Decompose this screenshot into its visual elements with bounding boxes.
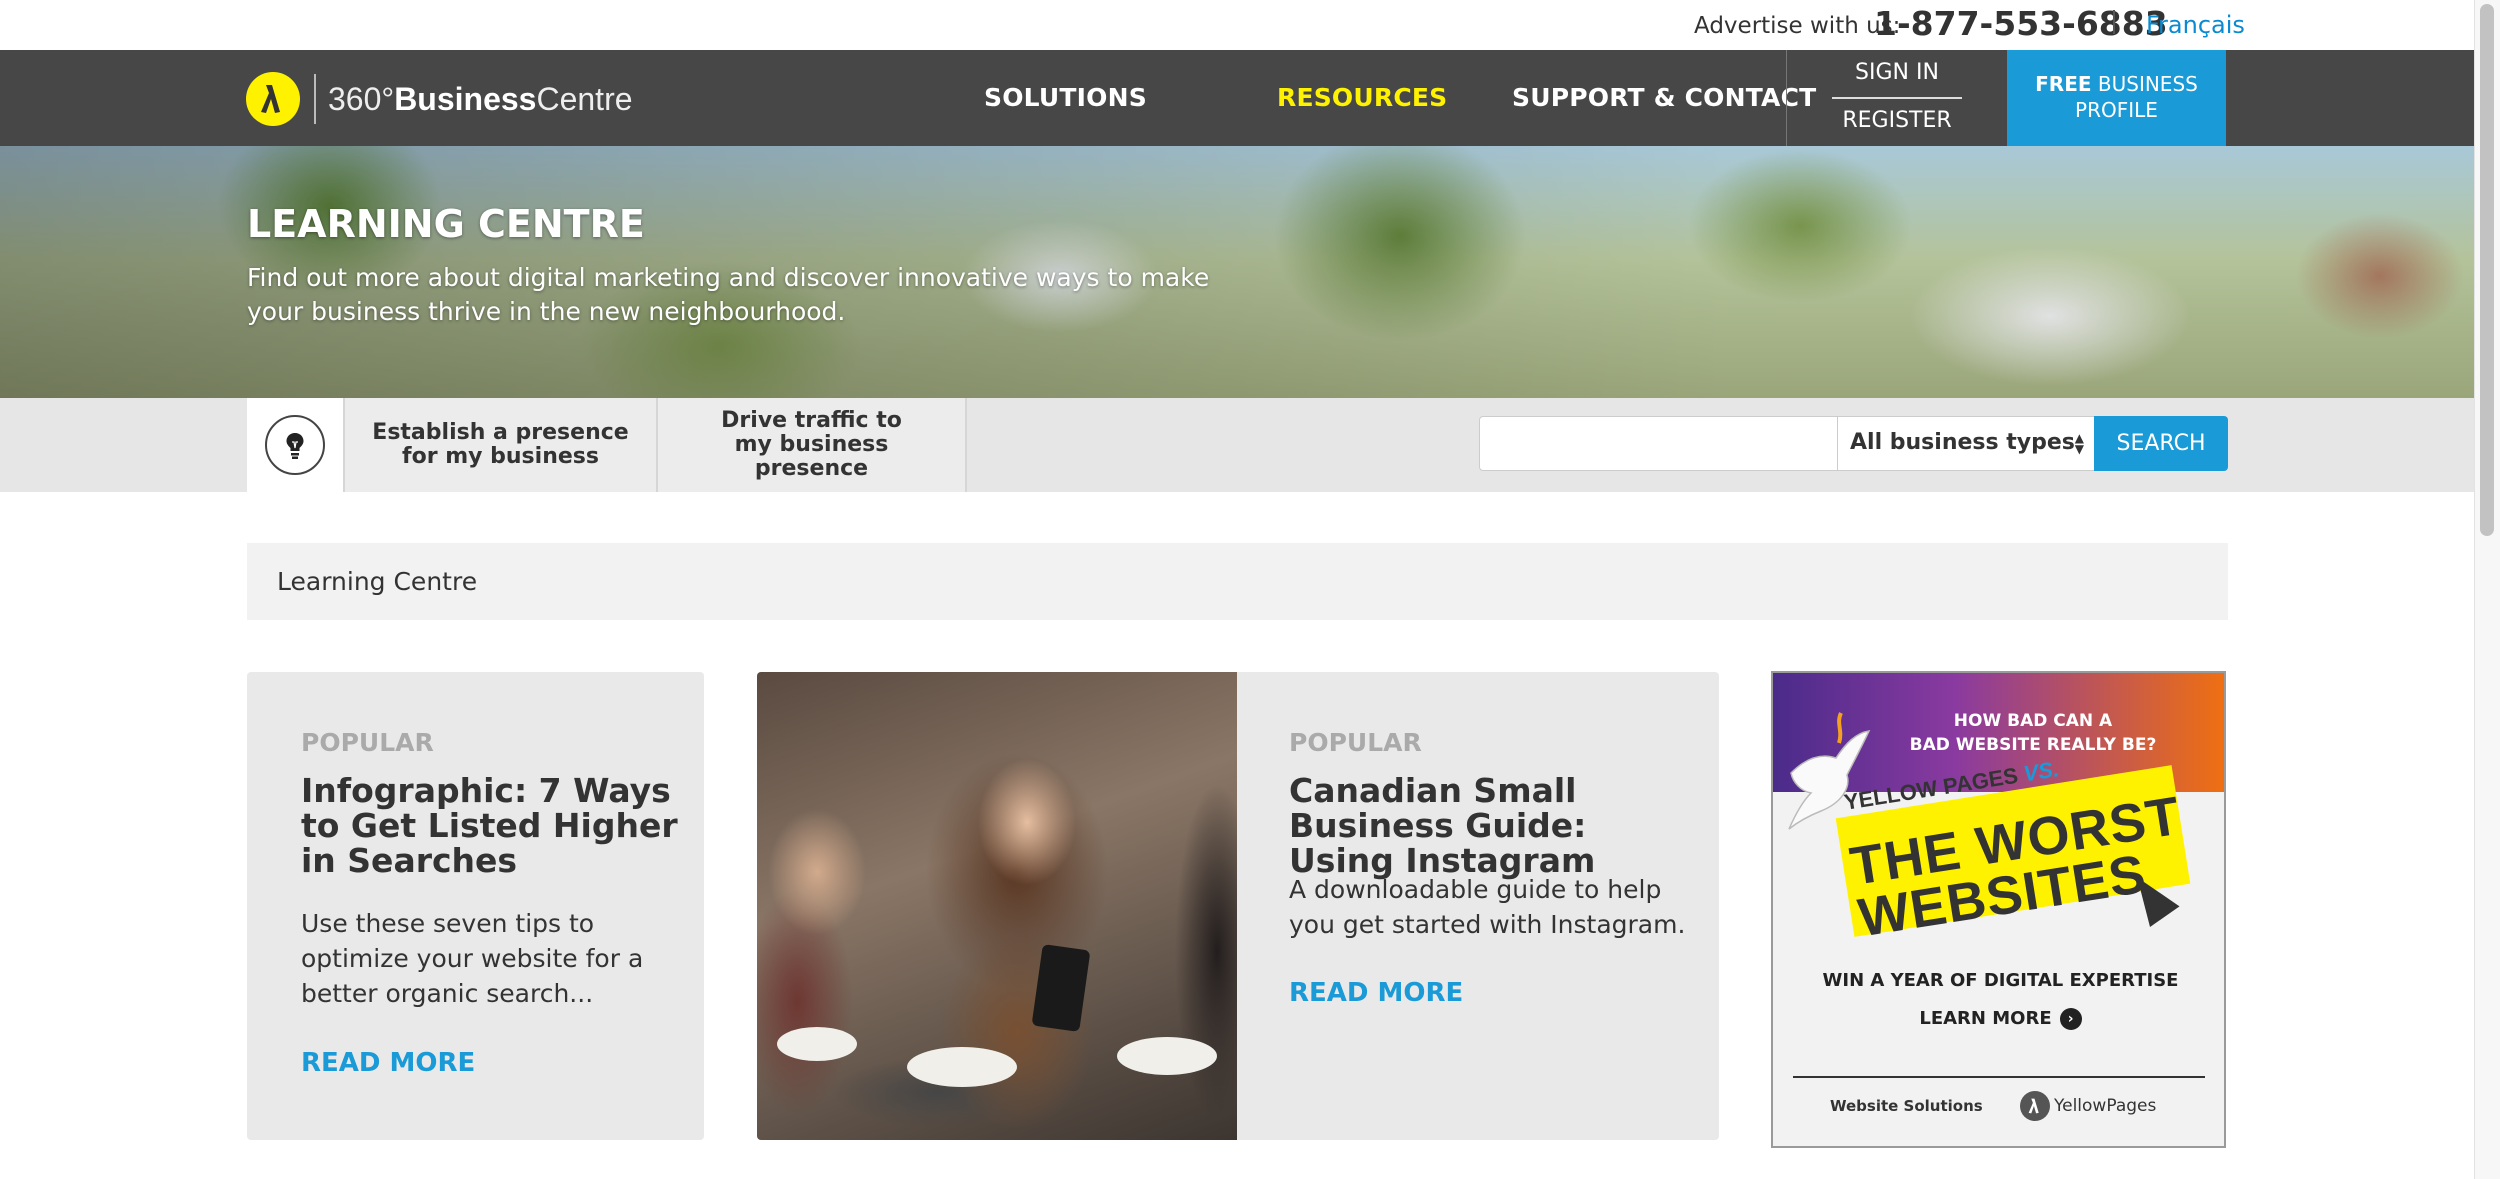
- coffee-cup-shape: [907, 1047, 1017, 1087]
- utility-bar: Advertise with us: 1-877-553-6883 França…: [0, 0, 2474, 50]
- article-card[interactable]: POPULAR Infographic: 7 Ways to Get Liste…: [247, 672, 704, 1140]
- ad-divider: [1793, 1076, 2205, 1078]
- nav-resources[interactable]: RESOURCES: [1277, 83, 1447, 112]
- language-toggle-link[interactable]: Français: [2146, 11, 2245, 39]
- article-description: Use these seven tips to optimize your we…: [301, 909, 644, 1008]
- business-type-select[interactable]: All business types ▲ ▼: [1837, 416, 2095, 471]
- article-photo[interactable]: [757, 672, 1237, 1140]
- search-input[interactable]: [1479, 416, 1838, 471]
- article-kicker: POPULAR: [301, 728, 434, 757]
- advertise-label: Advertise with us:: [1694, 13, 1901, 39]
- utility-divider: [2113, 10, 2115, 34]
- yellowpages-walking-fingers-icon: [2020, 1091, 2050, 1121]
- tab-establish-presence[interactable]: Establish a presence for my business: [343, 398, 656, 492]
- nav-support-contact[interactable]: SUPPORT & CONTACT: [1512, 83, 1816, 112]
- article-card[interactable]: POPULAR Canadian Small Business Guide: U…: [757, 672, 1719, 1140]
- ad-footer-label: Website Solutions: [1830, 1097, 1983, 1115]
- chevron-right-icon: ›: [2059, 1008, 2082, 1030]
- coffee-cup-shape: [1117, 1037, 1217, 1075]
- page-title: LEARNING CENTRE: [247, 202, 645, 246]
- breadcrumb: Learning Centre: [247, 543, 2228, 620]
- tab-label: Drive traffic to my business presence: [721, 408, 902, 481]
- read-more-link[interactable]: READ MORE: [301, 1048, 475, 1078]
- account-divider: [1832, 97, 1962, 99]
- select-arrows-icon: ▲ ▼: [2074, 431, 2084, 456]
- logo-divider: [314, 74, 316, 124]
- sign-in-link[interactable]: SIGN IN: [1787, 60, 2007, 85]
- lightbulb-icon: [265, 415, 325, 475]
- tab-all-topics[interactable]: [247, 398, 343, 492]
- ad-win-text: WIN A YEAR OF DIGITAL EXPERTISE: [1822, 970, 2179, 991]
- promo-ad-worst-websites[interactable]: HOW BAD CAN A BAD WEBSITE REALLY BE? YELL…: [1771, 671, 2226, 1148]
- article-description: A downloadable guide to help you get sta…: [1289, 875, 1686, 939]
- advertise-phone-link[interactable]: 1-877-553-6883: [1874, 4, 2168, 43]
- read-more-link[interactable]: READ MORE: [1289, 978, 1463, 1008]
- tab-label: Establish a presence for my business: [372, 420, 629, 469]
- breadcrumb-current: Learning Centre: [277, 567, 478, 596]
- smartphone-shape: [1031, 944, 1091, 1032]
- search-button[interactable]: SEARCH: [2094, 416, 2228, 471]
- article-title[interactable]: Infographic: 7 Ways to Get Listed Higher…: [301, 773, 681, 878]
- article-title[interactable]: Canadian Small Business Guide: Using Ins…: [1289, 773, 1689, 878]
- coffee-cup-shape: [777, 1027, 857, 1061]
- brand-wordmark: 360°BusinessCentre: [328, 80, 633, 117]
- main-nav: 360°BusinessCentre SOLUTIONS RESOURCES S…: [0, 50, 2474, 146]
- yellowpages-walking-fingers-icon: [246, 72, 300, 126]
- account-links: SIGN IN REGISTER: [1786, 50, 2006, 146]
- article-kicker: POPULAR: [1289, 728, 1422, 757]
- tab-drive-traffic[interactable]: Drive traffic to my business presence: [656, 398, 967, 492]
- nav-solutions[interactable]: SOLUTIONS: [984, 83, 1147, 112]
- yellowpages-logo: YellowPages: [2020, 1091, 2156, 1121]
- site-logo[interactable]: 360°BusinessCentre: [246, 70, 633, 128]
- free-business-profile-button[interactable]: FREE BUSINESS PROFILE: [2007, 50, 2226, 146]
- hero-subtitle: Find out more about digital marketing an…: [247, 263, 1210, 326]
- ad-learn-more-link[interactable]: LEARN MORE ›: [1773, 1008, 2224, 1030]
- business-type-value: All business types: [1850, 430, 2075, 455]
- topic-filter-bar: Establish a presence for my business Dri…: [0, 398, 2474, 492]
- ad-question: HOW BAD CAN A BAD WEBSITE REALLY BE?: [1909, 711, 2157, 755]
- hero-banner: LEARNING CENTRE Find out more about digi…: [0, 146, 2474, 398]
- register-link[interactable]: REGISTER: [1787, 108, 2007, 133]
- page-scrollbar-thumb[interactable]: [2480, 4, 2494, 536]
